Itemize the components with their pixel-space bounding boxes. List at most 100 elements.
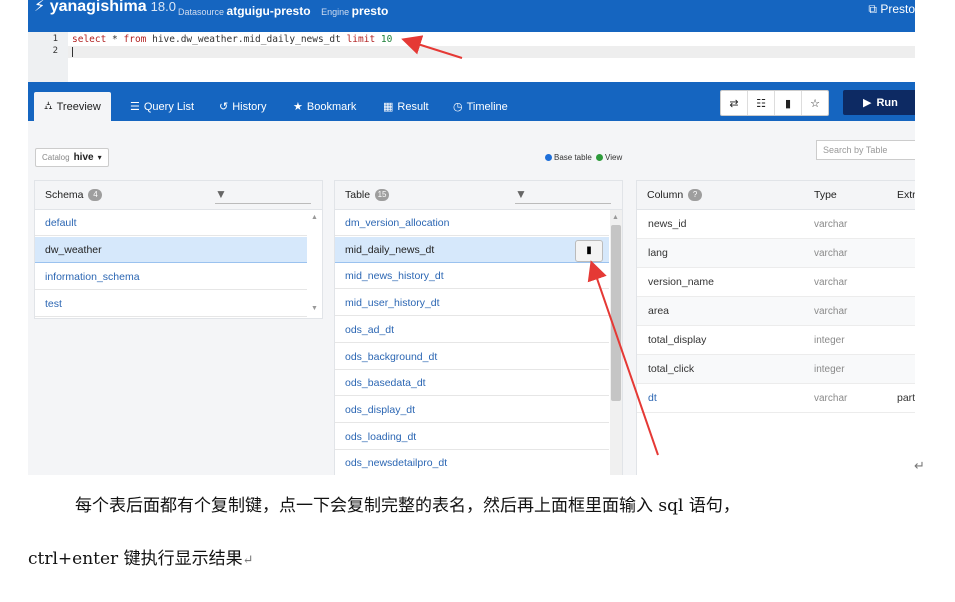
caption-line-1: 每个表后面都有个复制键，点一下会复制完整的表名，然后再上面框里面输入 sql 语… <box>75 496 740 516</box>
sql-editor[interactable]: 1 2 select * from hive.dw_weather.mid_da… <box>28 32 915 83</box>
table-panel: Table 15 ▼ dm_version_allocation mid_dail… <box>334 180 623 475</box>
star-icon: ★ <box>293 101 303 113</box>
table-icon: ▦ <box>383 101 394 113</box>
table-item[interactable]: ods_basedata_dt <box>335 370 609 397</box>
filter-icon[interactable]: ▼ <box>215 187 227 201</box>
header-right-link[interactable]: ⧉ Presto <box>868 2 915 17</box>
active-line <box>68 46 915 58</box>
schema-header: Schema 4 ▼ <box>35 181 322 210</box>
clipboard-icon[interactable]: ▮ <box>775 91 802 115</box>
column-name: total_display <box>648 334 707 346</box>
table-count-badge: 15 <box>375 189 390 202</box>
run-button[interactable]: ▶ Run <box>843 90 915 115</box>
column-type: varchar <box>814 393 848 404</box>
datasource-info: Datasource atguigu-presto Engine presto <box>178 4 389 18</box>
scroll-up-icon[interactable]: ▲ <box>311 214 318 221</box>
schema-item[interactable]: information_schema <box>35 264 307 290</box>
history-icon: ↺ <box>219 101 229 113</box>
tab-bar: ⛼ Treeview ☰ Query List ↺ History ★ Book… <box>28 82 915 121</box>
app-title[interactable]: ⚡ yanagishima 18.0 <box>34 0 176 16</box>
table-item[interactable]: ods_loading_dt <box>335 424 609 450</box>
table-item[interactable]: ods_newsdetailpro_dt <box>335 450 609 475</box>
schema-count-badge: 4 <box>88 189 103 202</box>
table-item[interactable]: dm_version_allocation <box>335 210 609 236</box>
text-cursor <box>72 47 73 57</box>
table-header: Table 15 ▼ <box>335 181 622 210</box>
app-header: ⚡ yanagishima 18.0 Datasource atguigu-pre… <box>28 0 915 32</box>
swap-icon[interactable]: ⇄ <box>721 91 748 115</box>
return-mark: ↵ <box>242 553 254 568</box>
caret-down-icon: ▾ <box>97 153 102 162</box>
table-type-legend: Base table View <box>545 153 622 162</box>
return-mark: ↵ <box>914 458 925 473</box>
view-dot-icon <box>596 154 604 162</box>
clock-icon: ◷ <box>453 101 463 113</box>
column-type: varchar <box>814 219 848 230</box>
tab-treeview[interactable]: ⛼ Treeview <box>34 92 111 121</box>
tab-bookmark[interactable]: ★ Bookmark <box>293 92 356 121</box>
schema-panel: Schema 4 ▼ default dw_weather information_… <box>34 180 323 319</box>
table-item[interactable]: ods_display_dt <box>335 397 609 423</box>
caption-line-2: ctrl+enter 键执行显示结果↵ <box>28 549 254 569</box>
treeview-content: Catalog hive ▾ Base table View Search by… <box>28 121 915 475</box>
help-icon[interactable]: ? <box>688 189 703 202</box>
list-icon: ☰ <box>130 101 140 113</box>
table-item[interactable]: ods_ad_dt <box>335 317 609 343</box>
filter-icon[interactable]: ▼ <box>515 187 527 201</box>
column-name: version_name <box>648 276 714 288</box>
tab-timeline[interactable]: ◷ Timeline <box>453 92 508 121</box>
column-name: news_id <box>648 218 687 230</box>
column-row: version_name varchar <box>637 268 915 297</box>
column-type: varchar <box>814 248 848 259</box>
column-name: dt <box>648 392 657 404</box>
table-item[interactable]: ods_background_dt <box>335 344 609 370</box>
column-type: integer <box>814 335 845 346</box>
format-icon[interactable]: ☷ <box>748 91 775 115</box>
line-number: 1 <box>52 34 58 44</box>
tab-result[interactable]: ▦ Result <box>383 92 429 121</box>
schema-item[interactable]: dw_weather <box>35 237 307 263</box>
column-row: total_click integer <box>637 355 915 384</box>
editor-toolbar: ⇄ ☷ ▮ ☆ <box>720 90 829 116</box>
column-row: lang varchar <box>637 239 915 268</box>
engine-value: presto <box>351 4 389 18</box>
sql-code[interactable]: select * from hive.dw_weather.mid_daily_… <box>72 34 392 45</box>
column-name: total_click <box>648 363 695 375</box>
column-type: integer <box>814 364 845 375</box>
column-panel: Column ? Type Extra news_idvarcharlangva… <box>636 180 915 475</box>
base-table-dot-icon <box>545 154 552 162</box>
column-type: varchar <box>814 277 848 288</box>
schema-item[interactable]: default <box>35 210 307 236</box>
clipboard-icon: ▮ <box>586 245 592 257</box>
version-label: 18.0 <box>150 0 176 14</box>
sitemap-icon: ⛼ <box>44 99 53 112</box>
table-filter-input[interactable] <box>515 203 611 204</box>
scroll-down-icon[interactable]: ▼ <box>311 305 318 312</box>
external-link-icon: ⧉ <box>868 2 877 16</box>
scroll-up-icon[interactable]: ▲ <box>612 214 619 221</box>
table-item[interactable]: mid_daily_news_dt <box>335 236 609 263</box>
table-item[interactable]: mid_news_history_dt <box>335 263 609 290</box>
column-name: area <box>648 305 670 317</box>
tab-query-list[interactable]: ☰ Query List <box>130 92 194 121</box>
logo-icon: ⚡ <box>34 0 46 15</box>
column-row: area varchar <box>637 297 915 326</box>
copy-table-name-button[interactable]: ▮ <box>575 239 603 262</box>
datasource-value[interactable]: atguigu-presto <box>227 4 311 18</box>
star-outline-icon[interactable]: ☆ <box>802 91 828 115</box>
play-icon: ▶ <box>863 97 872 109</box>
line-gutter: 1 2 <box>28 32 68 82</box>
column-header: Column ? Type Extra <box>637 181 915 210</box>
screenshot: ⚡ yanagishima 18.0 Datasource atguigu-pre… <box>28 0 915 475</box>
column-row: total_display integer <box>637 326 915 355</box>
column-type: varchar <box>814 306 848 317</box>
catalog-select[interactable]: Catalog hive ▾ <box>35 148 109 167</box>
schema-filter-input[interactable] <box>215 203 311 204</box>
table-item[interactable]: mid_user_history_dt <box>335 290 609 317</box>
column-row: dt varchar part <box>637 384 915 413</box>
column-extra: part <box>897 392 915 404</box>
tab-history[interactable]: ↺ History <box>219 92 266 121</box>
schema-item[interactable]: test <box>35 291 307 317</box>
table-search-input[interactable]: Search by Table <box>816 140 915 160</box>
table-scroll-thumb[interactable] <box>611 225 621 401</box>
